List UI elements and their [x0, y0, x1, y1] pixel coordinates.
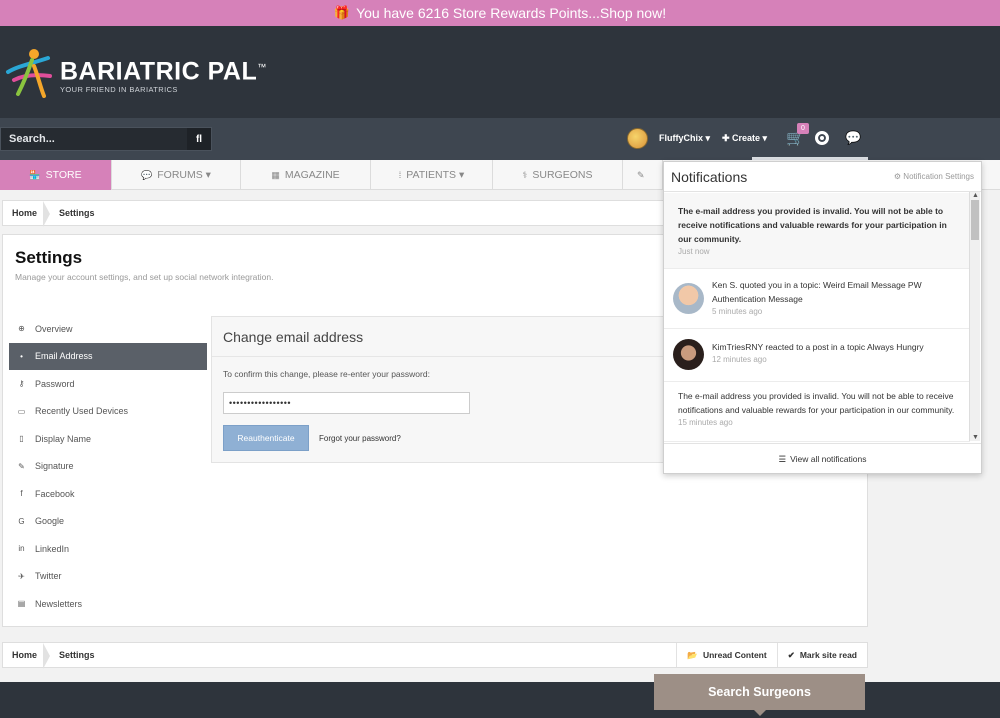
unread-content-link[interactable]: 📂 Unread Content	[676, 643, 776, 667]
laptop-icon: ▭	[17, 406, 26, 416]
user-menu[interactable]: FluffyChix ▾	[659, 133, 710, 144]
search-input[interactable]	[1, 133, 187, 145]
side-item-linkedin[interactable]: in LinkedIn	[9, 535, 207, 563]
twitter-icon: ✈	[18, 571, 25, 581]
user-avatar[interactable]	[627, 128, 648, 149]
search-box: fl	[0, 127, 212, 151]
breadcrumb-current: Settings	[59, 650, 95, 660]
check-icon: ✔	[787, 649, 795, 660]
ken-avatar[interactable]	[673, 283, 704, 314]
side-item-password[interactable]: ⚷ Password	[9, 370, 207, 398]
notifications-title: Notifications	[671, 168, 748, 185]
nav-more[interactable]: ✎	[623, 160, 663, 190]
notifications-header: Notifications ⚙ Notification Settings	[664, 162, 981, 192]
search-surgeons-button[interactable]: Search Surgeons	[654, 674, 865, 716]
scroll-up-arrow-icon[interactable]: ▲	[972, 192, 979, 199]
patients-icon: ⁞	[398, 170, 402, 180]
notification-item[interactable]: KimTriesRNY reacted to a post in a topic…	[664, 329, 970, 382]
side-item-facebook[interactable]: f Facebook	[9, 480, 207, 508]
change-email-form: Change email address To confirm this cha…	[211, 316, 668, 463]
nav-store[interactable]: 🏪 STORE	[0, 160, 112, 190]
notifications-scrollbar[interactable]: ▲ ▼	[969, 192, 980, 441]
scrollbar-thumb[interactable]	[971, 200, 979, 240]
notifications-dropdown: Notifications ⚙ Notification Settings Th…	[663, 161, 982, 474]
side-item-google[interactable]: G Google	[9, 508, 207, 536]
notification-item[interactable]: The e-mail address you provided is inval…	[664, 382, 970, 442]
page-title: Settings	[15, 248, 83, 267]
pencil-icon: ✎	[18, 461, 25, 471]
kim-avatar[interactable]	[673, 339, 704, 370]
breadcrumb-actions: 📂 Unread Content ✔ Mark site read	[676, 643, 867, 667]
scroll-down-arrow-icon[interactable]: ▼	[972, 434, 979, 441]
side-item-signature[interactable]: ✎ Signature	[9, 453, 207, 481]
surgeon-icon: ⚕	[522, 169, 528, 180]
notifications-list: The e-mail address you provided is inval…	[664, 193, 970, 442]
store-icon: 🏪	[29, 169, 41, 180]
gift-icon: 🎁	[333, 5, 351, 20]
view-all-notifications-link[interactable]: ☰ View all notifications	[664, 443, 981, 474]
folder-open-icon: 📂	[687, 649, 698, 660]
side-item-email-address[interactable]: • Email Address	[9, 342, 207, 370]
side-item-newsletters[interactable]: ▤ Newsletters	[9, 590, 207, 618]
breadcrumb-home[interactable]: Home	[3, 201, 51, 227]
password-prompt-label: To confirm this change, please re-enter …	[223, 369, 430, 379]
brand-name: BARIATRIC PAL™	[60, 57, 267, 86]
site-header: BARIATRIC PAL™ YOUR FRIEND IN BARIATRICS	[0, 26, 1000, 118]
notification-item[interactable]: Ken S. quoted you in a topic: Weird Emai…	[664, 269, 970, 329]
side-item-overview[interactable]: ⊕ Overview	[9, 315, 207, 343]
list-icon: ☰	[778, 453, 787, 464]
password-field[interactable]	[223, 392, 470, 414]
side-item-display-name[interactable]: ▯ Display Name	[9, 425, 207, 453]
id-card-icon: ▯	[19, 434, 24, 444]
nav-magazine[interactable]: ▦ MAGAZINE	[241, 160, 371, 190]
key-icon: ⚷	[18, 379, 25, 389]
settings-side-menu: ⊕ Overview • Email Address ⚷ Password ▭ Rece…	[9, 315, 207, 618]
breadcrumb-home[interactable]: Home	[3, 643, 51, 669]
user-bar: fl FluffyChix ▾ ✚ Create ▾ 🛒 0 💬	[0, 118, 1000, 160]
magazine-icon: ▦	[271, 169, 280, 180]
rewards-promo-text: You have 6216 Store Rewards Points...Sho…	[356, 5, 667, 21]
breadcrumb-bottom: Home Settings 📂 Unread Content ✔ Mark si…	[2, 642, 868, 669]
page-description: Manage your account settings, and set up…	[15, 272, 274, 282]
pen-icon: ✎	[637, 169, 645, 180]
form-title: Change email address	[223, 329, 364, 345]
side-item-recent-devices[interactable]: ▭ Recently Used Devices	[9, 398, 207, 426]
newspaper-icon: ▤	[17, 599, 26, 609]
search-button[interactable]: fl	[187, 128, 211, 150]
at-icon: •	[20, 351, 23, 361]
notification-settings-link[interactable]: ⚙ Notification Settings	[894, 172, 974, 181]
nav-forums[interactable]: 💬 FORUMS ▾	[112, 160, 241, 190]
form-divider	[212, 356, 667, 357]
brand-tagline: YOUR FRIEND IN BARIATRICS	[60, 85, 178, 95]
nav-patients[interactable]: ⁞ PATIENTS ▾	[371, 160, 493, 190]
linkedin-icon: in	[18, 544, 25, 554]
notification-item[interactable]: The e-mail address you provided is inval…	[664, 193, 970, 269]
bariatric-pal-logo-icon	[6, 49, 52, 98]
google-icon: G	[18, 516, 25, 526]
messages-icon[interactable]: 💬	[845, 130, 861, 146]
side-item-twitter[interactable]: ✈ Twitter	[9, 563, 207, 591]
mark-site-read-link[interactable]: ✔ Mark site read	[776, 643, 867, 667]
reauthenticate-button[interactable]: Reauthenticate	[223, 425, 309, 451]
create-menu[interactable]: ✚ Create ▾	[722, 133, 767, 144]
cart-count-badge: 0	[797, 123, 809, 134]
facebook-icon: f	[20, 489, 23, 499]
site-logo[interactable]: BARIATRIC PAL™ YOUR FRIEND IN BARIATRICS	[4, 46, 267, 98]
dashboard-icon: ⊕	[18, 324, 25, 334]
nav-surgeons[interactable]: ⚕ SURGEONS	[493, 160, 623, 190]
forgot-password-link[interactable]: Forgot your password?	[319, 434, 401, 443]
comments-icon: 💬	[141, 169, 153, 180]
notifications-globe-icon[interactable]	[815, 131, 829, 145]
breadcrumb-current: Settings	[59, 208, 95, 218]
rewards-promo-bar[interactable]: 🎁 You have 6216 Store Rewards Points...S…	[0, 0, 1000, 26]
